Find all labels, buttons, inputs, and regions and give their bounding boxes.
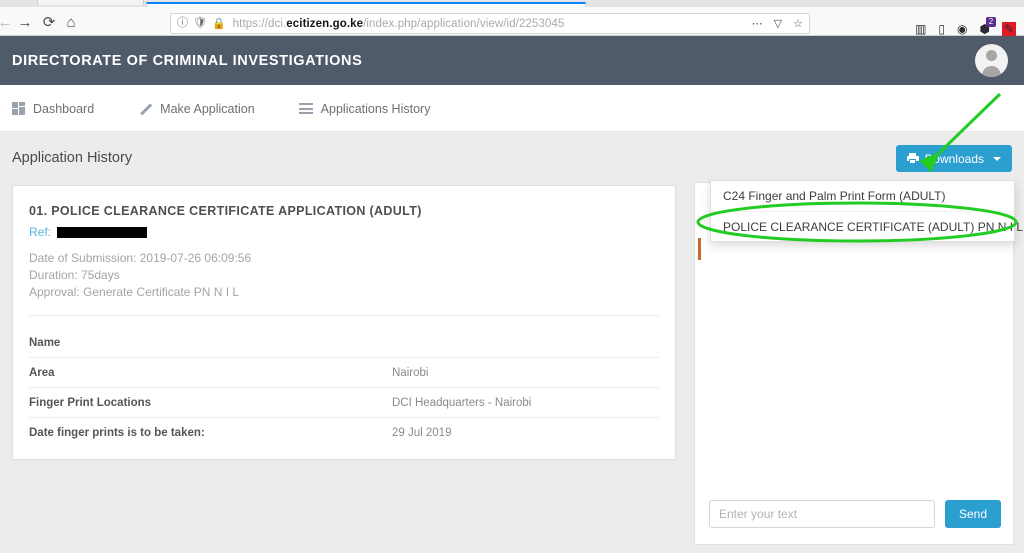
bookmark-star-icon[interactable]: ☆	[793, 19, 803, 30]
application-approval: Approval: Generate Certificate PN N I L	[29, 285, 240, 299]
application-card-header: 01. POLICE CLEARANCE CERTIFICATE APPLICA…	[13, 186, 675, 301]
page-title-brand: DIRECTORATE OF CRIMINAL INVESTIGATIONS	[12, 52, 363, 69]
table-cell-value: 29 Jul 2019	[392, 427, 452, 439]
main-navigation: Dashboard Make Application Applications …	[0, 85, 1024, 132]
browser-tab-background[interactable]	[37, 0, 144, 5]
table-row: Name	[29, 328, 659, 358]
application-ref-label: Ref:	[29, 225, 52, 239]
url-domain: ecitizen.go.ke	[286, 17, 364, 30]
printer-icon	[906, 153, 919, 164]
browser-navigation-bar: ← → ⟳ ⌂ ⓘ 🛡 🔒 https://dci.ecitizen.go.ke…	[0, 7, 1024, 36]
table-cell-key: Area	[29, 366, 55, 379]
application-meta: Date of Submission: 2019-07-26 06:09:56 …	[29, 250, 659, 301]
card-divider	[29, 315, 659, 316]
grid-icon	[12, 102, 25, 115]
page-actions-icon[interactable]: ⋯	[752, 19, 763, 30]
nav-item-make-application-label: Make Application	[160, 101, 255, 116]
nav-item-applications-history-label: Applications History	[320, 101, 431, 116]
table-row: Date finger prints is to be taken: 29 Ju…	[29, 418, 659, 448]
forward-arrow-icon[interactable]: →	[14, 11, 36, 33]
application-title: 01. POLICE CLEARANCE CERTIFICATE APPLICA…	[29, 204, 422, 218]
chat-accent-marker	[698, 238, 701, 260]
nav-item-applications-history[interactable]: Applications History	[298, 101, 431, 116]
nav-item-dashboard-label: Dashboard	[33, 101, 95, 116]
screenshot-root: ← → ⟳ ⌂ ⓘ 🛡 🔒 https://dci.ecitizen.go.ke…	[0, 0, 1024, 553]
application-card: 01. POLICE CLEARANCE CERTIFICATE APPLICA…	[12, 185, 676, 460]
application-date-of-submission: Date of Submission: 2019-07-26 06:09:56	[29, 251, 252, 265]
url-prefix: https://dci.	[232, 17, 287, 30]
downloads-button-label: Downloads	[924, 151, 984, 166]
pocket-icon[interactable]: ▽	[774, 19, 782, 30]
application-ref-redaction-bar	[57, 226, 148, 238]
application-duration: Duration: 75days	[29, 268, 120, 282]
avatar[interactable]	[975, 44, 1008, 77]
table-cell-value: Nairobi	[392, 366, 429, 379]
list-lines-icon	[298, 103, 313, 114]
downloads-dropdown-menu: C24 Finger and Palm Print Form (ADULT) P…	[710, 180, 1023, 242]
main-navigation-items: Dashboard Make Application Applications …	[12, 85, 474, 132]
screen-recorder-icon[interactable]: ✎	[1002, 21, 1016, 36]
page-title: Application History	[12, 150, 133, 166]
downloads-button[interactable]: Downloads	[895, 145, 1012, 172]
tracking-protection-shield-icon[interactable]: 🛡	[193, 18, 207, 29]
url-path: /index.php/application/view/id/2253045	[363, 17, 565, 30]
home-icon[interactable]: ⌂	[60, 11, 82, 33]
table-row: Finger Print Locations DCI Headquarters …	[29, 388, 659, 418]
pencil-icon	[138, 102, 152, 116]
sidebar-icon[interactable]: ▯	[938, 23, 945, 35]
table-cell-key: Name	[29, 336, 61, 349]
extension-icon[interactable]: ⬢ 2	[980, 16, 996, 35]
avatar-body	[982, 66, 1001, 77]
app-header: DIRECTORATE OF CRIMINAL INVESTIGATIONS	[0, 36, 1024, 85]
table-row: Area Nairobi	[29, 358, 659, 388]
menu-item-police-clearance-certificate[interactable]: POLICE CLEARANCE CERTIFICATE (ADULT) PN …	[711, 211, 1023, 241]
padlock-icon: 🔒	[211, 18, 226, 30]
page-info-icon[interactable]: ⓘ	[177, 18, 188, 29]
browser-tab-strip[interactable]	[0, 0, 1024, 7]
url-text[interactable]: https://dci.ecitizen.go.ke/index.php/app…	[233, 18, 565, 30]
send-button[interactable]: Send	[944, 500, 1001, 528]
chat-composer: Send	[695, 484, 1015, 544]
table-cell-key: Finger Print Locations	[29, 396, 152, 409]
table-cell-key: Date finger prints is to be taken:	[29, 427, 205, 439]
address-bar[interactable]: ⓘ 🛡 🔒 https://dci.ecitizen.go.ke/index.p…	[170, 13, 810, 34]
chevron-down-icon	[993, 156, 1001, 161]
reload-icon[interactable]: ⟳	[38, 11, 60, 33]
application-ref: Ref:	[29, 225, 659, 239]
library-icon[interactable]: ▥	[915, 23, 926, 35]
table-cell-value: DCI Headquarters - Nairobi	[392, 396, 532, 409]
chat-input[interactable]	[709, 500, 935, 528]
extension-badge: 2	[986, 16, 996, 27]
application-details-table: Name Area Nairobi Finger Print Locations…	[29, 328, 659, 448]
avatar-head	[986, 50, 997, 61]
address-bar-actions: ⋯ ▽ ☆	[752, 14, 803, 35]
nav-item-make-application[interactable]: Make Application	[138, 102, 255, 116]
nav-item-dashboard[interactable]: Dashboard	[12, 102, 94, 116]
account-icon[interactable]: ◉	[957, 23, 967, 35]
menu-item-c24-form[interactable]: C24 Finger and Palm Print Form (ADULT)	[711, 181, 1014, 211]
